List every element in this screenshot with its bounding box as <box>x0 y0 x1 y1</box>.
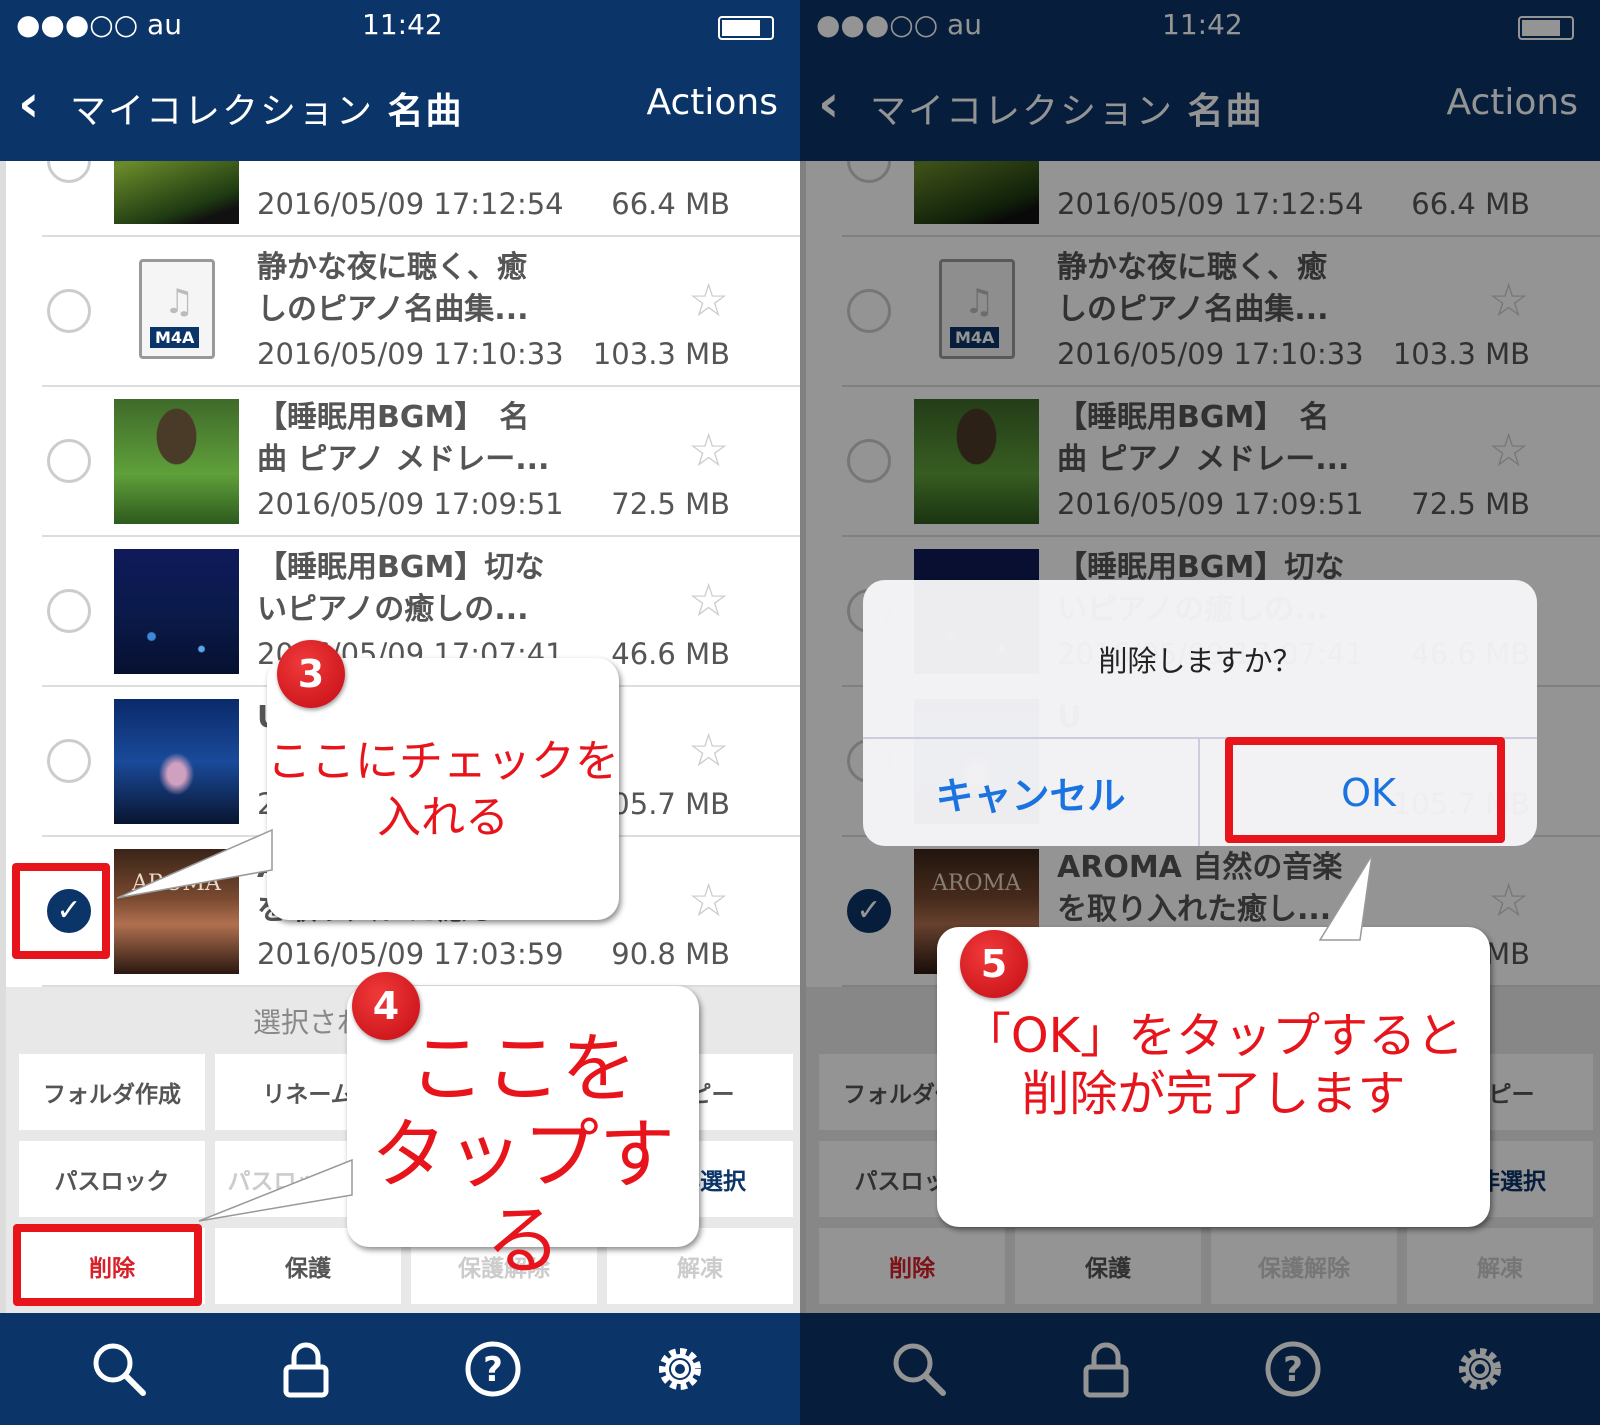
checkbox[interactable] <box>47 161 91 183</box>
lock-icon[interactable] <box>276 1339 336 1399</box>
music-note-icon: ♫ <box>164 282 195 322</box>
file-date: 2016/05/09 17:03:59 <box>257 937 564 971</box>
title-line: 曲 ピアノ メドレー... <box>257 442 550 477</box>
checkbox[interactable] <box>47 289 91 333</box>
checkbox[interactable] <box>47 589 91 633</box>
title-line: 静かな夜に聴く、癒 <box>257 250 527 285</box>
carrier-signal: ●●●○○ au <box>16 8 182 41</box>
thumbnail: ♫ M4A <box>114 249 239 374</box>
file-size: 90.8 MB <box>611 937 730 971</box>
highlight-delete-button <box>13 1224 202 1306</box>
step-number-badge: 5 <box>960 930 1028 998</box>
favorite-star-icon[interactable]: ☆ <box>688 573 729 627</box>
actions-button[interactable]: Actions <box>646 82 778 123</box>
back-chevron-icon[interactable]: ‹ <box>18 74 39 134</box>
favorite-star-icon[interactable]: ☆ <box>688 423 729 477</box>
thumbnail <box>114 161 239 224</box>
thumbnail <box>114 699 239 824</box>
navigation-bar: ●●●○○ au 11:42 ‹ マイコレクション 名曲 Actions <box>0 0 800 161</box>
file-title: 【睡眠用BGM】 名曲 ピアノ メドレー... <box>257 397 587 481</box>
file-type-label: M4A <box>150 327 200 348</box>
file-size: 66.4 MB <box>611 187 730 221</box>
file-title: 【睡眠用BGM】切ないピアノの癒しの... <box>257 547 587 631</box>
file-title: 静かな夜に聴く、癒 しのピアノ名曲集... <box>257 247 587 331</box>
tab-bar: ? <box>0 1313 800 1425</box>
action-button-フォルダ作成[interactable]: フォルダ作成 <box>19 1054 205 1130</box>
step-number-badge: 3 <box>277 640 345 708</box>
file-row[interactable]: ッスリ眠れるオルゴ...2016/05/09 17:12:5466.4 MB <box>6 161 800 237</box>
screen-step-5: ●●●○○ au 11:42 ‹ マイコレクション 名曲 Actions ッスリ… <box>800 0 1600 1425</box>
checkbox[interactable] <box>47 439 91 483</box>
file-size: 103.3 MB <box>592 337 730 371</box>
thumbnail <box>114 549 239 674</box>
file-date: 2016/05/09 17:10:33 <box>257 337 564 371</box>
file-row[interactable]: 【睡眠用BGM】 名曲 ピアノ メドレー... 2016/05/09 17:09:… <box>6 387 800 537</box>
file-size: 72.5 MB <box>611 487 730 521</box>
thumbnail <box>114 399 239 524</box>
highlight-ok-button <box>1225 737 1505 843</box>
action-button-パスロック[interactable]: パスロック <box>19 1141 205 1217</box>
thumbnail: AROMA <box>114 849 239 974</box>
title-line: しのピアノ名曲集... <box>257 292 529 327</box>
page-title: 名曲 <box>387 91 464 132</box>
back-button[interactable]: マイコレクション 名曲 <box>70 82 463 134</box>
svg-text:?: ? <box>483 1350 503 1390</box>
favorite-star-icon[interactable]: ☆ <box>688 273 729 327</box>
step-number-badge: 4 <box>352 972 420 1040</box>
title-line: 【睡眠用BGM】 名 <box>257 400 530 435</box>
title-line: いピアノの癒しの... <box>257 592 529 627</box>
m4a-file-icon: ♫ M4A <box>139 259 215 359</box>
cancel-button[interactable]: キャンセル <box>863 737 1200 846</box>
status-time: 11:42 <box>362 8 443 41</box>
highlight-checkbox <box>12 863 110 959</box>
favorite-star-icon[interactable]: ☆ <box>688 873 729 927</box>
back-label[interactable]: マイコレクション <box>70 91 374 132</box>
file-size: 46.6 MB <box>611 637 730 671</box>
screen-step-3-4: ●●●○○ au 11:42 ‹ マイコレクション 名曲 Actions ッスリ… <box>0 0 800 1425</box>
help-icon[interactable]: ? <box>463 1339 523 1399</box>
file-row[interactable]: ♫ M4A 静かな夜に聴く、癒 しのピアノ名曲集... 2016/05/09 17:10… <box>6 237 800 387</box>
title-line: 【睡眠用BGM】切な <box>257 550 545 585</box>
file-date: 2016/05/09 17:12:54 <box>257 187 564 221</box>
favorite-star-icon[interactable]: ☆ <box>688 723 729 777</box>
dialog-message: 削除しますか？ <box>1098 643 1302 678</box>
checkbox[interactable] <box>47 739 91 783</box>
search-icon[interactable] <box>89 1339 149 1399</box>
battery-icon <box>718 16 774 40</box>
file-date: 2016/05/09 17:09:51 <box>257 487 564 521</box>
thumbnail-label: AROMA <box>132 871 221 896</box>
gear-icon[interactable] <box>650 1339 710 1399</box>
